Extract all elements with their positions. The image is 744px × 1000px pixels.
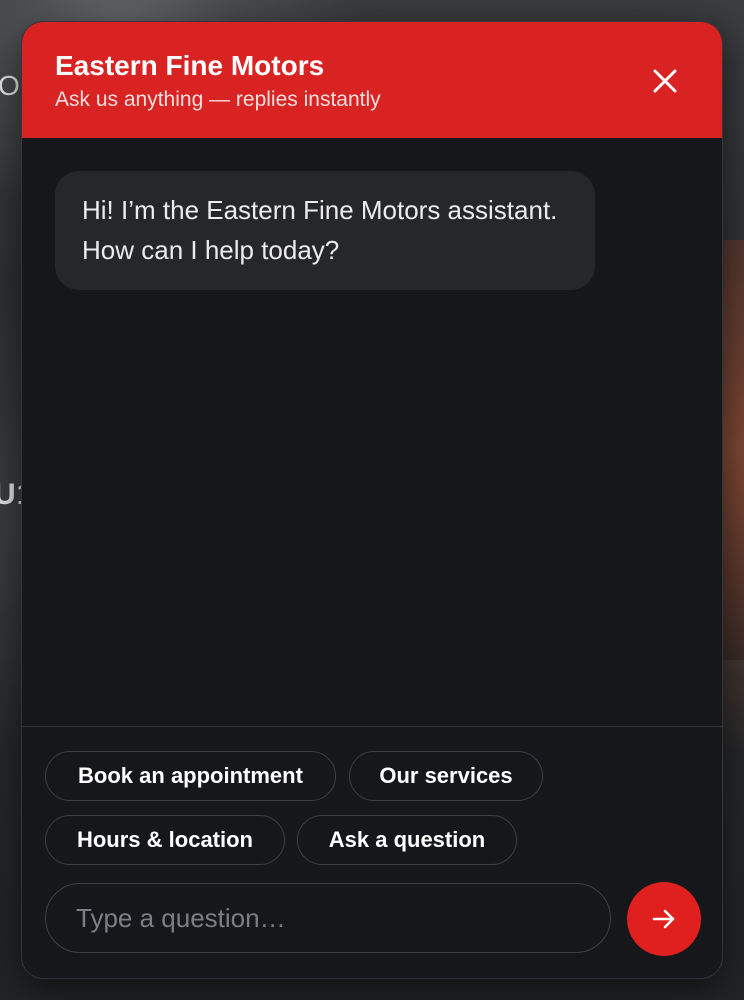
- quick-reply-ask-question[interactable]: Ask a question: [297, 815, 517, 865]
- send-button[interactable]: [627, 882, 701, 956]
- close-icon: [653, 69, 677, 93]
- divider: [22, 726, 722, 727]
- assistant-message-bubble: Hi! I’m the Eastern Fine Motors assistan…: [55, 171, 595, 290]
- arrow-right-icon: [652, 909, 675, 929]
- chat-widget: Eastern Fine Motors Ask us anything — re…: [21, 21, 723, 979]
- close-button[interactable]: [650, 66, 680, 96]
- background-image-edge: [720, 240, 744, 660]
- quick-reply-book-appointment[interactable]: Book an appointment: [45, 751, 336, 801]
- chat-header: Eastern Fine Motors Ask us anything — re…: [22, 22, 722, 138]
- chat-subtitle: Ask us anything — replies instantly: [55, 88, 381, 111]
- chat-messages: Hi! I’m the Eastern Fine Motors assistan…: [22, 138, 722, 726]
- background-text-fragment: O: [0, 70, 21, 101]
- quick-reply-hours-location[interactable]: Hours & location: [45, 815, 285, 865]
- message-input[interactable]: [45, 883, 611, 953]
- quick-reply-our-services[interactable]: Our services: [349, 751, 543, 801]
- chat-title: Eastern Fine Motors: [55, 50, 325, 81]
